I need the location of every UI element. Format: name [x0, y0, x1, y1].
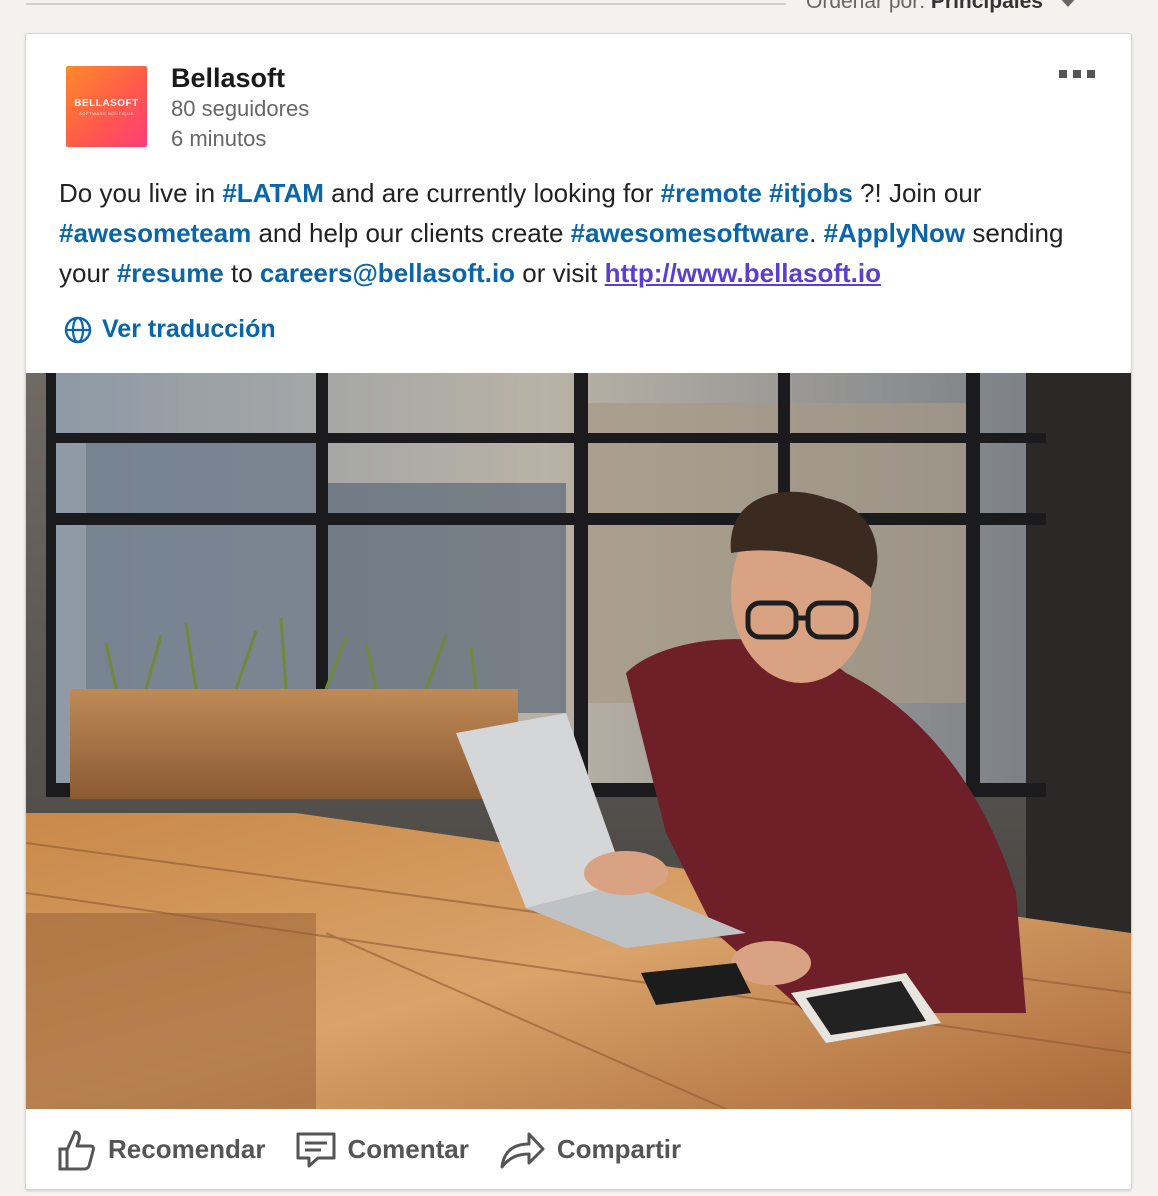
globe-icon: [64, 316, 92, 343]
hashtag-link[interactable]: #awesomesoftware: [571, 218, 809, 248]
post-text-segment: and help our clients create: [251, 218, 571, 248]
sort-label: Ordenar por:: [806, 0, 926, 13]
more-options-button[interactable]: [1059, 70, 1095, 78]
hashtag-link[interactable]: #ApplyNow: [824, 218, 966, 248]
website-link[interactable]: http://www.bellasoft.io: [605, 258, 881, 288]
comment-icon: [296, 1132, 335, 1167]
post-text-segment: .: [809, 218, 824, 248]
post-text-segment: to: [223, 258, 260, 288]
post-author: Bellasoft 80 seguidores 6 minutos: [171, 62, 309, 154]
dot: [1087, 70, 1095, 78]
post-text-segment: and are currently looking for: [323, 178, 661, 208]
like-label: Recomendar: [108, 1134, 266, 1164]
email-link[interactable]: careers@bellasoft.io: [260, 258, 515, 288]
author-name-link[interactable]: Bellasoft: [171, 62, 309, 94]
post-text-segment: ?! Join our: [852, 178, 982, 208]
logo-wordmark: BELLASOFT: [74, 97, 139, 109]
post-image[interactable]: [26, 373, 1131, 1109]
author-followers: 80 seguidores: [171, 96, 310, 121]
hashtag-link[interactable]: #resume: [117, 258, 224, 288]
see-translation-button[interactable]: Ver traducción: [64, 315, 276, 344]
post-text-segment: Do you live in: [59, 178, 223, 208]
post-body: Do you live in #LATAM and are currently …: [59, 173, 1104, 293]
hashtag-link[interactable]: #LATAM: [222, 178, 324, 208]
company-logo[interactable]: BELLASOFT SOFTWARE BOUTIQUE: [66, 66, 147, 147]
share-label: Compartir: [556, 1134, 682, 1164]
chevron-down-icon: [1058, 0, 1077, 8]
post-timestamp: 6 minutos: [171, 126, 267, 151]
comment-label: Comentar: [347, 1134, 469, 1164]
sort-value: Principales: [930, 0, 1043, 13]
feed-post-card: BELLASOFT SOFTWARE BOUTIQUE Bellasoft 80…: [25, 33, 1132, 1190]
see-translation-label: Ver traducción: [102, 315, 276, 343]
logo-tagline: SOFTWARE BOUTIQUE: [79, 110, 134, 116]
sort-dropdown[interactable]: Ordenar por: Principales: [806, 0, 1077, 14]
like-button[interactable]: Recomendar: [56, 1129, 266, 1171]
share-arrow-icon: [500, 1132, 545, 1168]
dot: [1073, 70, 1081, 78]
comment-button[interactable]: Comentar: [296, 1131, 469, 1169]
hashtag-link[interactable]: #awesometeam: [59, 218, 251, 248]
dot: [1059, 70, 1067, 78]
thumbs-up-icon: [58, 1130, 95, 1170]
hashtag-link[interactable]: #itjobs: [769, 178, 853, 208]
feed-top-bar: Ordenar por: Principales: [0, 0, 1158, 20]
post-actions-bar: Recomendar Comentar Compartir: [26, 1110, 1131, 1189]
post-text-segment: or visit: [515, 258, 605, 288]
divider: [26, 3, 786, 5]
hashtag-link[interactable]: #remote: [661, 178, 762, 208]
share-button[interactable]: Compartir: [499, 1130, 681, 1170]
